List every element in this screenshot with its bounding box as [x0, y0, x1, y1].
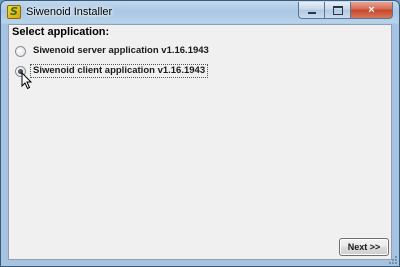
minimize-icon: [307, 12, 316, 14]
close-icon: ×: [368, 4, 375, 16]
installer-window: S Siwenoid Installer × Select applicatio…: [0, 0, 400, 267]
window-title: Siwenoid Installer: [26, 6, 113, 18]
server-application-label[interactable]: Siwenoid server application v1.16.1943: [31, 45, 211, 57]
siwenoid-app-icon: S: [7, 5, 21, 19]
resize-grip-icon[interactable]: [388, 255, 398, 265]
server-application-option[interactable]: Siwenoid server application v1.16.1943: [15, 44, 211, 58]
select-application-heading: Select application:: [12, 26, 110, 38]
minimize-button[interactable]: [298, 2, 324, 19]
next-button[interactable]: Next >>: [339, 238, 389, 256]
server-application-radio[interactable]: [15, 45, 26, 57]
title-bar[interactable]: S Siwenoid Installer ×: [1, 1, 399, 24]
maximize-button[interactable]: [324, 2, 350, 19]
maximize-icon: [332, 5, 343, 15]
close-button[interactable]: ×: [350, 2, 393, 19]
client-application-label[interactable]: Siwenoid client application v1.16.1943: [29, 64, 209, 78]
content-panel: Select application: Siwenoid server appl…: [8, 24, 392, 260]
client-application-option[interactable]: Siwenoid client application v1.16.1943: [15, 64, 209, 78]
mouse-pointer-icon: [21, 72, 33, 90]
caption-buttons: ×: [298, 2, 393, 19]
